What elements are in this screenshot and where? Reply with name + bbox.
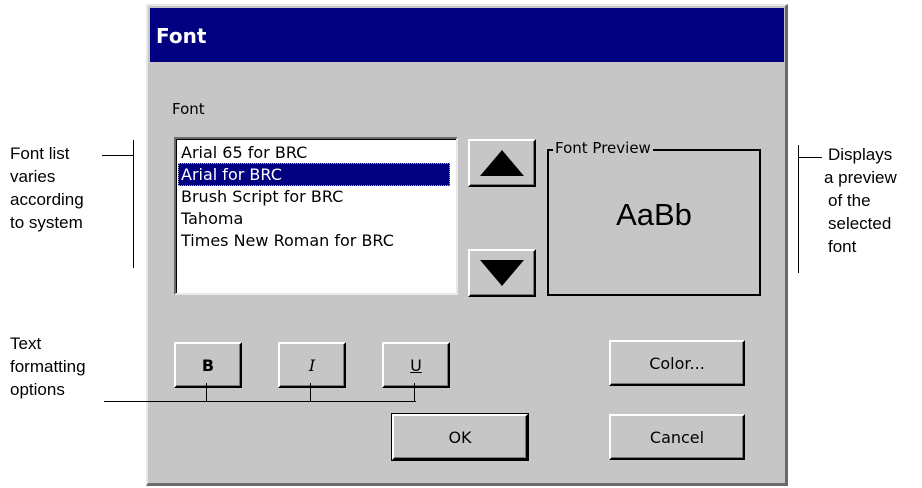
preview-bracket-line (798, 145, 799, 273)
scroll-down-button[interactable] (468, 249, 536, 297)
cancel-button[interactable]: Cancel (609, 414, 745, 460)
font-list-annotation: Font list varies according to system (10, 142, 84, 234)
dialog-title: Font (156, 24, 207, 48)
underline-button[interactable]: U (382, 342, 450, 388)
formatting-leader-line (104, 401, 416, 402)
annotation-line: a preview (824, 168, 897, 187)
font-dialog: Font Font Arial 65 for BRC Arial for BRC… (146, 4, 788, 486)
annotation-line: font (828, 237, 857, 256)
color-label: Color... (649, 353, 705, 373)
bold-label: B (201, 355, 215, 375)
ok-label: OK (448, 427, 472, 447)
font-list-item[interactable]: Tahoma (178, 207, 450, 230)
annotation-line: options (10, 380, 65, 399)
dialog-title-bar: Font (150, 8, 784, 62)
preview-annotation: Displays a preview of the selected font (824, 143, 897, 258)
annotation-line: varies (10, 167, 56, 186)
annotation-line: Text (10, 334, 42, 353)
ok-button[interactable]: OK (392, 414, 528, 460)
font-listbox[interactable]: Arial 65 for BRC Arial for BRC Brush Scr… (174, 137, 458, 295)
font-list-item[interactable]: Times New Roman for BRC (178, 229, 450, 252)
scroll-up-button[interactable] (468, 139, 536, 187)
cancel-label: Cancel (649, 427, 705, 447)
annotation-line: formatting (10, 357, 86, 376)
font-label: Font (172, 100, 205, 118)
formatting-tick-bold (206, 383, 207, 401)
font-list-item-selected[interactable]: Arial for BRC (178, 163, 450, 186)
font-list-item[interactable]: Arial 65 for BRC (178, 141, 450, 164)
font-preview-sample: AaBb (616, 197, 692, 232)
font-preview-label: Font Preview (553, 138, 653, 158)
annotation-line: selected (828, 214, 892, 233)
annotation-line: to system (10, 213, 83, 232)
underline-label: U (410, 355, 422, 375)
italic-button[interactable]: I (278, 342, 346, 388)
formatting-tick-underline (414, 383, 415, 401)
triangle-down-icon (480, 260, 524, 286)
font-list-leader-line (102, 155, 134, 156)
annotation-line: of the (828, 191, 871, 210)
annotation-line: according (10, 190, 84, 209)
annotation-line: Font list (10, 144, 70, 163)
font-list-item[interactable]: Brush Script for BRC (178, 185, 450, 208)
annotation-line: Displays (828, 145, 893, 164)
formatting-annotation: Text formatting options (10, 332, 86, 401)
preview-leader-line (798, 157, 822, 158)
font-list-bracket-line (133, 140, 134, 268)
bold-button[interactable]: B (174, 342, 242, 388)
triangle-up-icon (480, 150, 524, 176)
formatting-tick-italic (310, 383, 311, 401)
color-button[interactable]: Color... (609, 340, 745, 386)
italic-label: I (308, 355, 316, 375)
